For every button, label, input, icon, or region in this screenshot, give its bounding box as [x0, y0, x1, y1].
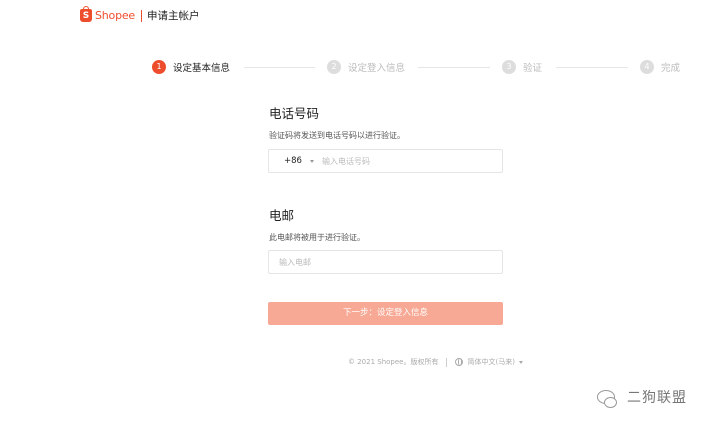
step-number: 1: [152, 60, 166, 74]
shopee-bag-icon: S: [80, 6, 92, 22]
country-code: +86: [284, 156, 302, 166]
globe-icon: [455, 358, 464, 366]
email-section-title: 电邮: [269, 208, 295, 223]
phone-input[interactable]: 输入电话号码: [322, 156, 370, 167]
step-label: 完成: [661, 63, 681, 74]
step-connector: [244, 67, 315, 68]
watermark: 二狗联盟: [597, 387, 687, 408]
watermark-text: 二狗联盟: [627, 390, 687, 406]
step-label: 设定基本信息: [173, 63, 231, 74]
brand-name: Shopee: [95, 9, 136, 22]
step-3: 3 验证: [502, 60, 542, 74]
footer: © 2021 Shopee。版权所有 简体中文(马来): [348, 357, 523, 367]
chevron-down-icon: [518, 360, 523, 364]
next-step-button[interactable]: 下一步：设定登入信息: [268, 302, 503, 325]
step-1: 1 设定基本信息: [152, 60, 230, 74]
email-input[interactable]: 输入电邮: [279, 257, 311, 268]
step-number: 4: [640, 60, 654, 74]
phone-section-title: 电话号码: [269, 106, 320, 121]
shopee-logo[interactable]: S Shopee 申请主帐户: [80, 6, 200, 23]
language-selector[interactable]: 简体中文(马来): [455, 357, 523, 367]
wechat-icon: [597, 390, 617, 408]
language-label: 简体中文(马来): [467, 358, 515, 366]
step-connector: [418, 67, 490, 68]
page-title: 申请主帐户: [147, 10, 200, 22]
copyright-text: © 2021 Shopee。版权所有: [348, 358, 439, 366]
step-label: 设定登入信息: [348, 63, 406, 74]
step-number: 2: [327, 60, 341, 74]
top-header: S Shopee 申请主帐户: [0, 0, 720, 34]
footer-divider: [446, 357, 448, 367]
email-section-desc: 此电邮将被用于进行验证。: [269, 233, 365, 242]
step-4: 4 完成: [640, 60, 680, 74]
phone-field[interactable]: +86 输入电话号码: [268, 149, 503, 173]
email-field[interactable]: 输入电邮: [268, 250, 503, 274]
step-2: 2 设定登入信息: [327, 60, 405, 74]
step-connector: [556, 67, 628, 68]
step-number: 3: [502, 60, 516, 74]
header-divider: [141, 9, 143, 22]
chevron-down-icon: [309, 159, 314, 163]
step-label: 验证: [523, 63, 543, 74]
country-code-select[interactable]: +86: [269, 156, 314, 166]
phone-section-desc: 验证码将发送到电话号码以进行验证。: [269, 131, 405, 140]
